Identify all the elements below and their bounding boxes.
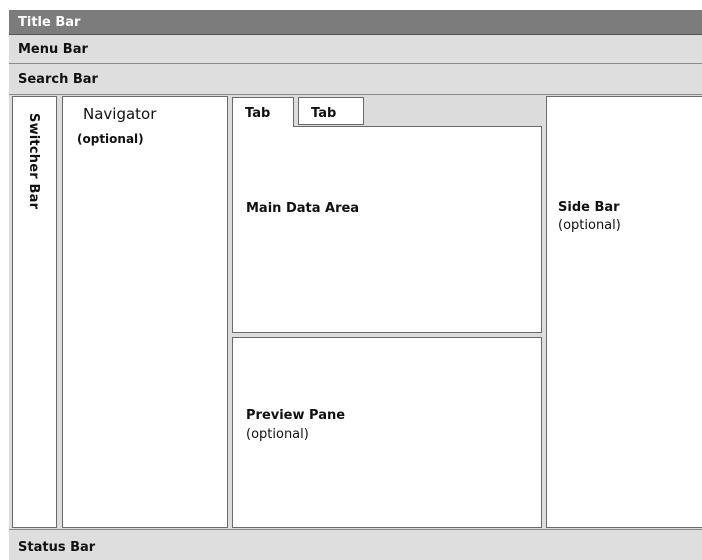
navigator-optional-note: (optional) <box>77 132 144 146</box>
preview-pane-optional-note: (optional) <box>246 427 309 442</box>
side-bar: Side Bar (optional) <box>546 96 702 528</box>
preview-pane-label: Preview Pane <box>246 408 346 423</box>
title-bar-label: Title Bar <box>18 15 81 30</box>
tab-first-label: Tab <box>245 106 271 121</box>
main-data-area-label: Main Data Area <box>246 201 360 216</box>
switcher-bar-label: Switcher Bar <box>26 113 41 210</box>
search-bar: Search Bar <box>9 64 702 95</box>
side-bar-optional-note: (optional) <box>558 218 621 233</box>
status-bar: Status Bar <box>9 529 702 560</box>
switcher-bar: Switcher Bar <box>12 96 57 528</box>
title-bar: Title Bar <box>9 10 702 35</box>
navigator-label: Navigator <box>83 105 157 123</box>
menu-bar: Menu Bar <box>9 35 702 64</box>
status-bar-label: Status Bar <box>18 540 96 555</box>
search-bar-label: Search Bar <box>18 72 98 87</box>
preview-pane: Preview Pane (optional) <box>232 337 542 528</box>
tab-first[interactable]: Tab <box>232 97 294 127</box>
tab-second-label: Tab <box>311 106 337 121</box>
app-window-diagram: Title Bar Menu Bar Search Bar Switcher B… <box>9 10 702 560</box>
tab-second[interactable]: Tab <box>298 97 364 125</box>
menu-bar-label: Menu Bar <box>18 42 88 57</box>
navigator-pane: Navigator (optional) <box>62 96 228 528</box>
side-bar-label: Side Bar <box>558 200 620 215</box>
main-data-area: Main Data Area <box>232 126 542 333</box>
